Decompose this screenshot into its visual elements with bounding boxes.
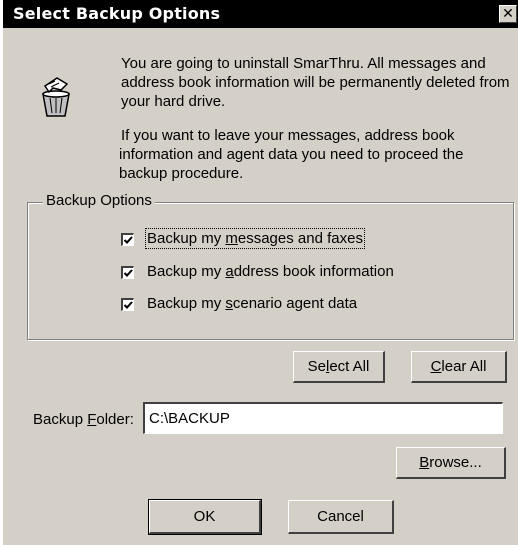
cancel-button[interactable]: Cancel (288, 500, 394, 534)
label-text: essages and faxes (237, 230, 363, 247)
button-text: Cancel (317, 508, 364, 525)
window-title: Select Backup Options (13, 4, 221, 23)
label-text: Backup my (147, 263, 226, 280)
label-accel: s (225, 295, 233, 312)
message-line: address book information will be permane… (121, 74, 510, 91)
label-accel: a (225, 263, 234, 280)
message-paragraph-1: You are going to uninstall SmarThru. All… (121, 54, 510, 111)
message-line: your hard drive. (121, 93, 226, 110)
uninstall-recycle-icon (35, 74, 75, 120)
dialog-window: Select Backup Options ✕ You are going to… (0, 0, 518, 545)
button-text: rowse... (429, 454, 482, 471)
message-paragraph-2: If you want to leave your messages, addr… (119, 126, 463, 183)
browse-button[interactable]: Browse... (396, 447, 506, 479)
ok-button[interactable]: OK (148, 499, 262, 535)
label-text: older: (96, 411, 134, 428)
label-text: ddress book information (233, 263, 394, 280)
button-accel: B (419, 454, 430, 471)
backup-folder-label: Backup Folder: (33, 411, 134, 428)
message-line: information and agent data you need to p… (119, 146, 464, 163)
checkbox-box[interactable] (121, 298, 134, 311)
button-text: lear All (441, 358, 487, 375)
label-text: Backup my (147, 295, 226, 312)
close-button[interactable]: ✕ (499, 5, 517, 23)
message-line: If you want to leave your messages, addr… (121, 127, 455, 144)
checkbox-box[interactable] (121, 266, 134, 279)
checkbox-label[interactable]: Backup my scenario agent data (147, 295, 357, 312)
checkbox-label[interactable]: Backup my messages and faxes (145, 228, 365, 249)
checkbox-label[interactable]: Backup my address book information (147, 263, 394, 280)
label-accel: F (87, 411, 97, 428)
clear-all-button[interactable]: Clear All (411, 351, 507, 383)
button-text: Se (307, 358, 326, 375)
message-line: backup procedure. (119, 165, 244, 182)
title-bar[interactable]: Select Backup Options ✕ (3, 0, 518, 28)
label-text: Backup my (147, 230, 226, 247)
button-accel: C (430, 358, 442, 375)
label-accel: m (225, 230, 238, 247)
select-all-button[interactable]: Select All (293, 351, 385, 383)
backup-folder-input[interactable] (143, 402, 503, 434)
label-text: Backup (33, 411, 88, 428)
button-text: OK (193, 508, 216, 525)
close-icon: ✕ (502, 6, 514, 22)
backup-options-legend: Backup Options (43, 192, 155, 209)
button-text: ect All (329, 358, 370, 375)
message-line: You are going to uninstall SmarThru. All… (121, 55, 486, 72)
label-text: cenario agent data (232, 295, 358, 312)
checkbox-box[interactable] (121, 233, 134, 246)
